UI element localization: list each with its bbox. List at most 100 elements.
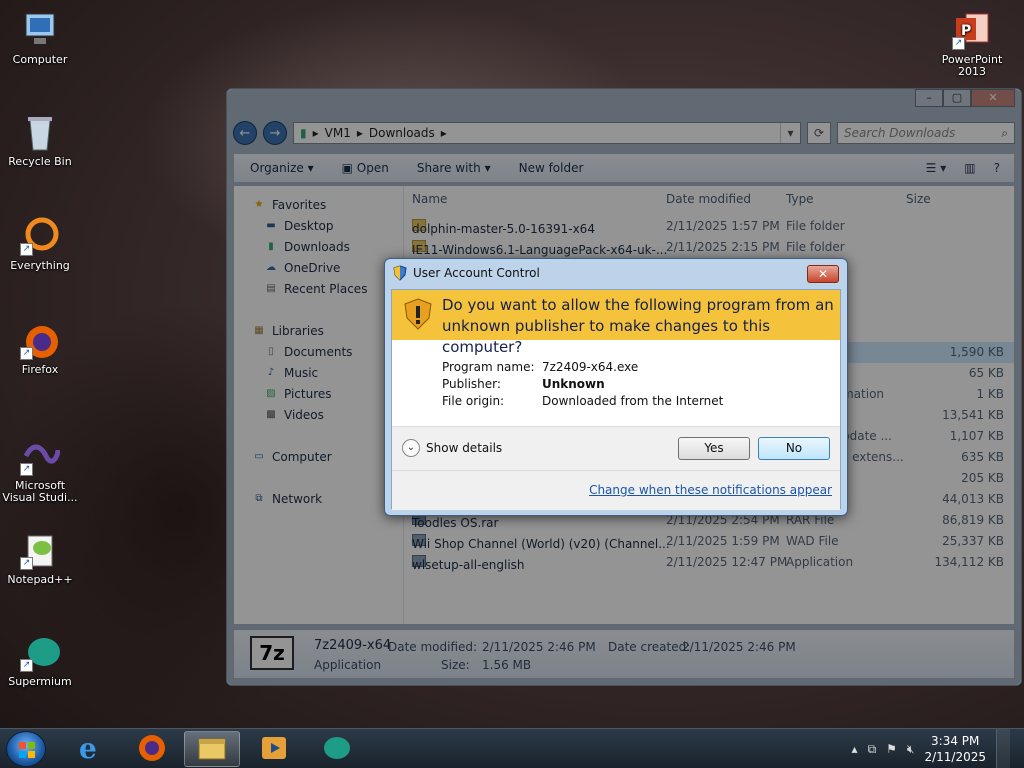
computer-icon: ▭ — [254, 450, 264, 462]
taskbar-supermium[interactable] — [308, 731, 364, 767]
system-tray: ▴ ⧉ ⚑ 🔇︎ 3:34 PM 2/11/2025 — [852, 729, 1024, 768]
show-details-toggle[interactable]: ⌄ Show details — [402, 439, 502, 457]
folder-icon: ▮ — [300, 126, 307, 140]
recycle-bin-icon — [20, 112, 60, 152]
breadcrumb-separator-icon: ▸ — [440, 126, 447, 140]
column-name[interactable]: Name — [412, 192, 447, 206]
desktop-icon-supermium[interactable]: ↗ Supermium — [0, 632, 80, 688]
share-with-button[interactable]: Share with ▾ — [417, 161, 491, 175]
view-options-icon[interactable]: ☰ ▾ — [926, 161, 947, 175]
supermium-icon — [321, 733, 351, 766]
action-center-flag-icon[interactable]: ⚑ — [886, 742, 897, 756]
nav-documents[interactable]: ▯ Documents — [234, 341, 403, 362]
nav-libraries[interactable]: ▦ Libraries — [234, 320, 403, 341]
table-row[interactable]: dolphin-master-5.0-16391-x64 2/11/2025 1… — [404, 216, 1014, 237]
close-button[interactable]: ✕ — [807, 265, 839, 283]
nav-pictures[interactable]: ▨ Pictures — [234, 383, 403, 404]
desktop-icon-computer[interactable]: Computer — [0, 10, 80, 66]
shortcut-arrow-icon: ↗ — [952, 37, 965, 50]
nav-recent-places[interactable]: ▤ Recent Places — [234, 278, 403, 299]
uac-body: Do you want to allow the following progr… — [391, 289, 841, 510]
desktop-icon-recycle-bin[interactable]: Recycle Bin — [0, 112, 80, 168]
nav-favorites[interactable]: ★ Favorites — [234, 194, 403, 215]
help-icon[interactable]: ? — [994, 161, 1000, 175]
desktop-icon-notepad-plus-plus[interactable]: ↗ Notepad++ — [0, 530, 80, 586]
music-icon: ♪ — [267, 366, 275, 378]
taskbar: e ▴ ⧉ ⚑ 🔇︎ 3:34 PM 2/11/2025 — [0, 728, 1024, 768]
show-hidden-icons-icon[interactable]: ▴ — [852, 742, 858, 756]
nav-music[interactable]: ♪ Music — [234, 362, 403, 383]
desktop-icon-visual-studio[interactable]: ↗ Microsoft Visual Studi... — [0, 436, 80, 504]
nav-onedrive[interactable]: ☁ OneDrive — [234, 257, 403, 278]
breadcrumb-vm1[interactable]: VM1 — [325, 126, 351, 140]
internet-explorer-icon: e — [75, 732, 105, 766]
taskbar-file-explorer[interactable] — [184, 731, 240, 767]
details-size-label: Size: — [441, 658, 470, 672]
warning-shield-icon — [404, 298, 432, 333]
details-pane: 7z 7z2409-x64 Application Date modified:… — [233, 629, 1015, 679]
open-button[interactable]: ▣ Open — [342, 161, 389, 175]
table-row[interactable]: Wii Shop Channel (World) (v20) (Channel.… — [404, 531, 1014, 552]
uac-footer: Change when these notifications appear — [392, 470, 840, 510]
column-type[interactable]: Type — [786, 192, 814, 206]
nav-computer[interactable]: ▭ Computer — [234, 446, 403, 467]
address-bar[interactable]: ▮ ▸ VM1 ▸ Downloads ▸ ▾ — [293, 122, 801, 144]
show-desktop-button[interactable] — [996, 729, 1010, 768]
start-button[interactable] — [6, 731, 46, 767]
close-button[interactable]: ✕ — [971, 89, 1015, 107]
new-folder-button[interactable]: New folder — [519, 161, 584, 175]
column-date-modified[interactable]: Date modified — [666, 192, 751, 206]
pictures-icon: ▨ — [266, 387, 276, 399]
breadcrumb-downloads[interactable]: Downloads — [369, 126, 435, 140]
svg-text:e: e — [79, 733, 97, 763]
clock[interactable]: 3:34 PM 2/11/2025 — [924, 733, 986, 765]
address-dropdown-icon[interactable]: ▾ — [780, 123, 800, 143]
desktop-icon-firefox[interactable]: ↗ Firefox — [0, 320, 80, 376]
details-file-name: 7z2409-x64 — [314, 638, 392, 653]
navigation-pane: ★ Favorites ▬ Desktop ▮ Downloads ☁ OneDrive… — [234, 186, 404, 624]
star-icon: ★ — [254, 198, 264, 210]
network-icon[interactable]: ⧉ — [868, 742, 877, 757]
breadcrumb-separator-icon: ▸ — [312, 126, 319, 140]
minimize-button[interactable]: – — [915, 89, 943, 107]
refresh-icon[interactable]: ⟳ — [807, 122, 831, 144]
breadcrumb-separator-icon: ▸ — [356, 126, 363, 140]
table-row[interactable]: IE11-Windows6.1-LanguagePack-x64-uk-... … — [404, 237, 1014, 258]
details-size: 1.56 MB — [482, 658, 532, 672]
change-notifications-link[interactable]: Change when these notifications appear — [589, 483, 832, 497]
taskbar-media-player[interactable] — [246, 731, 302, 767]
no-button[interactable]: No — [758, 437, 830, 460]
desktop-icon-everything[interactable]: ↗ Everything — [0, 216, 80, 272]
details-date-modified: 2/11/2025 2:46 PM — [482, 640, 596, 654]
column-size[interactable]: Size — [906, 192, 931, 206]
uac-titlebar: User Account Control — [393, 265, 540, 281]
nav-desktop[interactable]: ▬ Desktop — [234, 215, 403, 236]
maximize-button[interactable]: ▢ — [943, 89, 971, 107]
back-button[interactable]: ← — [233, 121, 257, 145]
network-icon: ⧉ — [255, 492, 263, 504]
organize-button[interactable]: Organize ▾ — [250, 161, 314, 175]
details-date-created: 2/11/2025 2:46 PM — [682, 640, 796, 654]
forward-button[interactable]: → — [263, 121, 287, 145]
firefox-icon — [137, 733, 167, 766]
taskbar-firefox[interactable] — [124, 731, 180, 767]
nav-downloads[interactable]: ▮ Downloads — [234, 236, 403, 257]
notepad-plus-plus-icon: ↗ — [20, 530, 60, 570]
volume-muted-icon[interactable]: 🔇︎ — [907, 742, 915, 757]
search-input[interactable]: Search Downloads ⌕ — [837, 122, 1015, 144]
preview-pane-icon[interactable]: ▥ — [964, 161, 975, 175]
desktop-icon-powerpoint[interactable]: P ↗ PowerPoint 2013 — [932, 10, 1012, 78]
nav-network[interactable]: ⧉ Network — [234, 488, 403, 509]
uac-title: User Account Control — [413, 266, 540, 280]
table-row[interactable]: wlsetup-all-english 2/11/2025 12:47 PM A… — [404, 552, 1014, 573]
window-caption-buttons: – ▢ ✕ — [915, 89, 1015, 107]
taskbar-internet-explorer[interactable]: e — [62, 731, 118, 767]
documents-icon: ▯ — [268, 345, 274, 357]
nav-videos[interactable]: ▩ Videos — [234, 404, 403, 425]
file-origin-value: Downloaded from the Internet — [542, 394, 724, 408]
everything-icon: ↗ — [20, 216, 60, 256]
chevron-down-icon: ⌄ — [402, 439, 420, 457]
uac-actions: ⌄ Show details Yes No — [392, 426, 840, 470]
uac-dialog[interactable]: User Account Control ✕ Do you want to al… — [384, 258, 848, 516]
yes-button[interactable]: Yes — [678, 437, 750, 460]
